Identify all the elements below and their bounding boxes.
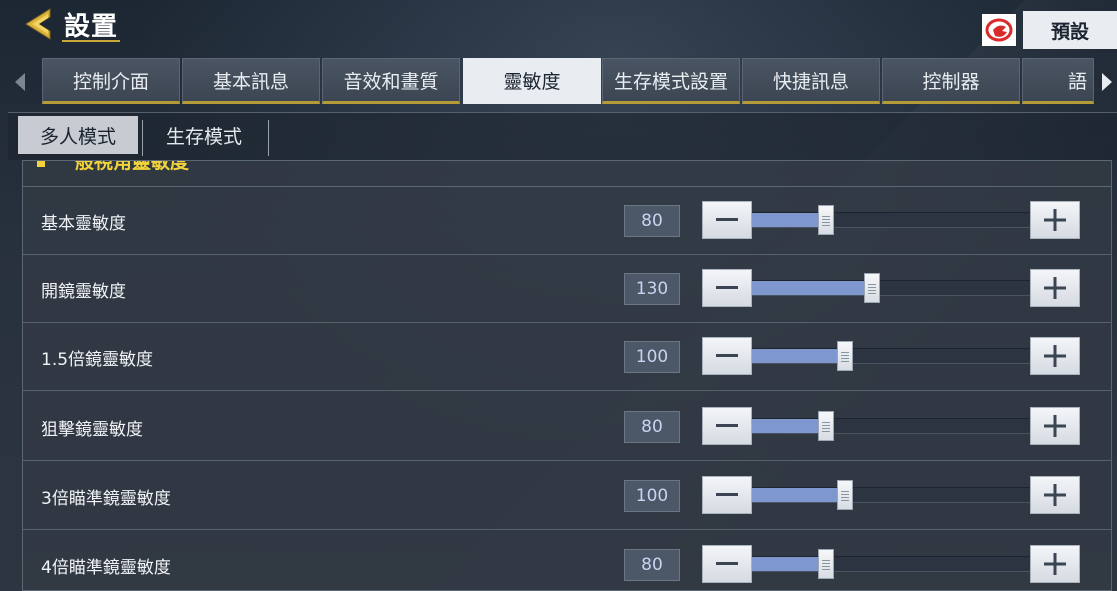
plus-icon	[1044, 415, 1066, 437]
tab-controller[interactable]: 控制器	[882, 58, 1020, 104]
slider-thumb[interactable]	[818, 411, 835, 441]
tab-bar: 控制介面 基本訊息 音效和畫質 靈敏度 生存模式設置 快捷訊息 控制器 語	[0, 58, 1117, 106]
row-label: 1.5倍鏡靈敏度	[41, 350, 154, 370]
minus-icon	[716, 424, 738, 427]
increase-button[interactable]	[1030, 201, 1080, 239]
tab-audio-graphics[interactable]: 音效和畫質	[322, 58, 460, 104]
sensitivity-slider[interactable]	[752, 480, 1030, 510]
back-arrow-icon[interactable]	[22, 5, 60, 43]
subtab-survival[interactable]: 生存模式	[144, 116, 264, 154]
slider-fill	[752, 281, 873, 295]
decrease-button[interactable]	[702, 337, 752, 375]
slider-fill	[752, 213, 827, 227]
section-header: 般視角靈敏度	[23, 160, 1111, 187]
header: 設置 預設	[0, 0, 1117, 52]
subtab-divider	[142, 120, 143, 156]
increase-button[interactable]	[1030, 476, 1080, 514]
decrease-button[interactable]	[702, 269, 752, 307]
tab-basic-info[interactable]: 基本訊息	[182, 58, 320, 104]
plus-icon	[1044, 345, 1066, 367]
minus-icon	[716, 286, 738, 289]
value-field[interactable]: 80	[624, 411, 680, 443]
slider-fill	[752, 488, 845, 502]
sensitivity-row: 1.5倍鏡靈敏度 100	[23, 323, 1111, 391]
slider-fill	[752, 557, 827, 571]
preset-button[interactable]: 預設	[1023, 11, 1117, 49]
slider-thumb[interactable]	[818, 205, 835, 235]
plus-icon	[1044, 553, 1066, 575]
value-field[interactable]: 100	[624, 480, 680, 512]
minus-icon	[716, 493, 738, 496]
garena-logo-icon	[982, 14, 1016, 46]
tab-scroll-right-icon[interactable]	[1097, 68, 1117, 96]
slider-fill	[752, 419, 827, 433]
decrease-button[interactable]	[702, 476, 752, 514]
slider-thumb[interactable]	[864, 273, 881, 303]
tab-scroll-left-icon[interactable]	[10, 68, 30, 96]
row-label: 4倍瞄準鏡靈敏度	[41, 558, 171, 578]
tab-quick-messages[interactable]: 快捷訊息	[742, 58, 880, 104]
row-label: 基本靈敏度	[41, 214, 126, 234]
increase-button[interactable]	[1030, 545, 1080, 583]
sensitivity-slider[interactable]	[752, 205, 1030, 235]
value-field[interactable]: 80	[624, 205, 680, 237]
increase-button[interactable]	[1030, 269, 1080, 307]
sensitivity-panel: 般視角靈敏度 基本靈敏度 80 開鏡靈敏度 130 1.5倍鏡靈敏度 100 狙…	[22, 160, 1112, 591]
slider-thumb[interactable]	[836, 480, 853, 510]
value-field[interactable]: 80	[624, 549, 680, 581]
page-title: 設置	[64, 12, 119, 42]
sensitivity-row: 狙擊鏡靈敏度 80	[23, 393, 1111, 461]
tab-survival-settings[interactable]: 生存模式設置	[602, 58, 740, 104]
decrease-button[interactable]	[702, 201, 752, 239]
mode-subtabs: 多人模式 生存模式	[8, 112, 1117, 160]
plus-icon	[1044, 484, 1066, 506]
section-title: 般視角靈敏度	[75, 160, 190, 173]
slider-thumb[interactable]	[818, 549, 835, 579]
value-field[interactable]: 130	[624, 273, 680, 305]
value-field[interactable]: 100	[624, 341, 680, 373]
sensitivity-row: 3倍瞄準鏡靈敏度 100	[23, 462, 1111, 530]
row-label: 開鏡靈敏度	[41, 282, 126, 302]
row-label: 狙擊鏡靈敏度	[41, 420, 143, 440]
slider-fill	[752, 349, 845, 363]
plus-icon	[1044, 209, 1066, 231]
title-underline	[62, 40, 120, 42]
sensitivity-slider[interactable]	[752, 273, 1030, 303]
slider-thumb[interactable]	[836, 341, 853, 371]
sensitivity-slider[interactable]	[752, 411, 1030, 441]
minus-icon	[716, 562, 738, 565]
tab-language[interactable]: 語	[1022, 58, 1094, 104]
tab-control-interface[interactable]: 控制介面	[42, 58, 180, 104]
minus-icon	[716, 354, 738, 357]
increase-button[interactable]	[1030, 407, 1080, 445]
increase-button[interactable]	[1030, 337, 1080, 375]
row-label: 3倍瞄準鏡靈敏度	[41, 489, 171, 509]
sensitivity-row: 開鏡靈敏度 130	[23, 255, 1111, 323]
plus-icon	[1044, 277, 1066, 299]
tab-sensitivity[interactable]: 靈敏度	[463, 58, 601, 104]
sensitivity-row: 基本靈敏度 80	[23, 187, 1111, 255]
subtab-multiplayer[interactable]: 多人模式	[18, 116, 138, 154]
sensitivity-row: 4倍瞄準鏡靈敏度 80	[23, 531, 1111, 590]
sensitivity-slider[interactable]	[752, 341, 1030, 371]
section-bullet-icon	[37, 161, 45, 167]
subtab-divider	[268, 120, 269, 156]
minus-icon	[716, 218, 738, 221]
sensitivity-slider[interactable]	[752, 549, 1030, 579]
decrease-button[interactable]	[702, 407, 752, 445]
decrease-button[interactable]	[702, 545, 752, 583]
